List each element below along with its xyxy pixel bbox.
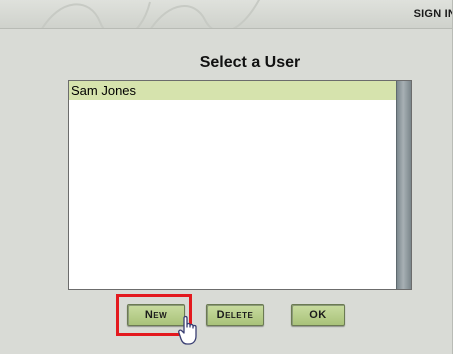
ok-button[interactable]: OK xyxy=(291,304,345,326)
header-bar: SIGN IN xyxy=(0,0,452,29)
hand-pointer-icon xyxy=(178,315,197,345)
decorative-swirl xyxy=(41,0,260,28)
list-item[interactable]: Sam Jones xyxy=(69,81,397,100)
user-list-scrollbar[interactable] xyxy=(396,81,411,289)
sign-in-label: SIGN IN xyxy=(413,8,452,20)
user-list-items: Sam Jones xyxy=(69,81,397,289)
delete-button[interactable]: Delete xyxy=(206,304,264,326)
page-title: Select a User xyxy=(199,54,301,71)
sign-in-panel: SIGN IN Select a User Sam Jones New Dele… xyxy=(0,0,453,354)
user-list[interactable]: Sam Jones xyxy=(68,80,412,290)
